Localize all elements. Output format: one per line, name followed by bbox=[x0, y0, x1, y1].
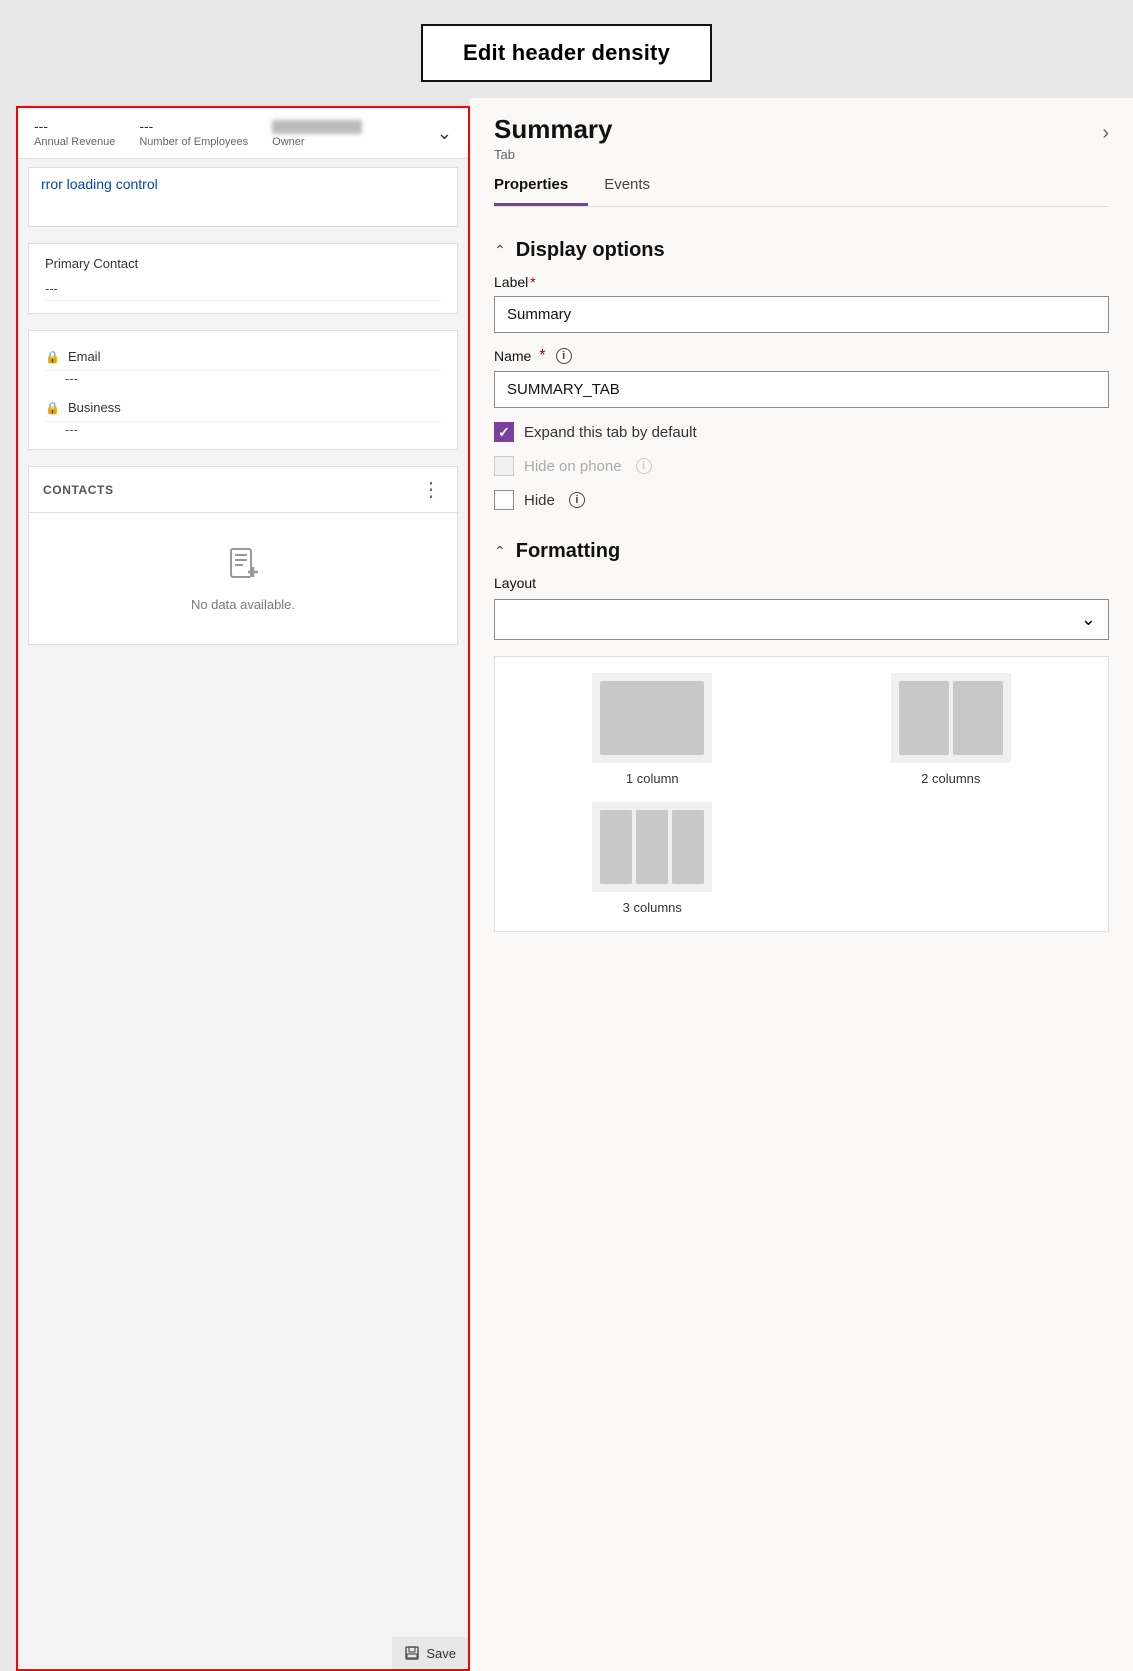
hide-label: Hide bbox=[524, 492, 555, 509]
layout-name-3col: 3 columns bbox=[623, 900, 682, 915]
layout-preview-2col bbox=[891, 673, 1011, 763]
hide-info-icon[interactable]: i bbox=[569, 492, 585, 508]
left-inner-panel: --- Annual Revenue --- Number of Employe… bbox=[16, 106, 470, 1671]
tab-events[interactable]: Events bbox=[604, 166, 670, 206]
hide-checkbox-row[interactable]: Hide i bbox=[494, 490, 1109, 510]
no-data-area: No data available. bbox=[29, 513, 457, 644]
contacts-menu-icon[interactable]: ⋮ bbox=[421, 477, 443, 502]
expand-tab-checkbox[interactable] bbox=[494, 422, 514, 442]
owner-field: Owner bbox=[272, 120, 362, 148]
contacts-section: CONTACTS ⋮ bbox=[28, 466, 458, 645]
layout-preview-3col bbox=[592, 802, 712, 892]
layout-preview-1col bbox=[592, 673, 712, 763]
layout-name-2col: 2 columns bbox=[921, 771, 980, 786]
formatting-title: Formatting bbox=[516, 540, 620, 563]
layout-dropdown-chevron: ⌄ bbox=[1081, 609, 1096, 630]
num-employees-label: Number of Employees bbox=[139, 136, 248, 148]
no-data-icon bbox=[225, 545, 261, 589]
col-block-2col-1 bbox=[899, 681, 949, 755]
save-icon bbox=[404, 1645, 420, 1661]
header-fields-row: --- Annual Revenue --- Number of Employe… bbox=[18, 108, 468, 159]
annual-revenue-field: --- Annual Revenue bbox=[34, 118, 115, 148]
layout-label: Layout bbox=[494, 575, 1109, 591]
title-area: Summary Tab bbox=[494, 114, 613, 162]
panel-subtitle: Tab bbox=[494, 147, 613, 162]
left-pane: --- Annual Revenue --- Number of Employe… bbox=[0, 98, 470, 1671]
header-chevron-icon[interactable]: ⌄ bbox=[433, 119, 456, 148]
save-label[interactable]: Save bbox=[426, 1646, 456, 1661]
content-area: --- Annual Revenue --- Number of Employe… bbox=[0, 98, 1133, 1671]
business-lock-icon: 🔒 bbox=[45, 401, 60, 415]
num-employees-field: --- Number of Employees bbox=[139, 118, 248, 148]
hide-on-phone-checkbox-row: Hide on phone i bbox=[494, 456, 1109, 476]
name-field-row: Name * i bbox=[494, 347, 1109, 365]
primary-contact-section: Primary Contact --- bbox=[28, 243, 458, 314]
save-bar[interactable]: Save bbox=[392, 1637, 468, 1669]
annual-revenue-label: Annual Revenue bbox=[34, 136, 115, 148]
email-field-value: --- bbox=[45, 371, 441, 386]
right-pane: Summary Tab › Properties Events ⌃ Displa… bbox=[470, 98, 1133, 1671]
name-field-label: Name bbox=[494, 348, 531, 364]
business-field-name: Business bbox=[68, 400, 121, 415]
layout-option-3col[interactable]: 3 columns bbox=[511, 802, 794, 915]
primary-contact-label: Primary Contact bbox=[45, 256, 441, 271]
no-data-text: No data available. bbox=[191, 597, 295, 612]
num-employees-value: --- bbox=[139, 118, 153, 134]
error-loading-control: rror loading control bbox=[28, 167, 458, 227]
tabs-row: Properties Events bbox=[494, 166, 1109, 207]
edit-header-button[interactable]: Edit header density bbox=[421, 24, 712, 82]
layout-name-1col: 1 column bbox=[626, 771, 679, 786]
col-block-1col bbox=[600, 681, 704, 755]
primary-contact-value: --- bbox=[45, 277, 441, 301]
collapse-display-options-icon[interactable]: ⌃ bbox=[494, 242, 506, 259]
col-block-3col-1 bbox=[600, 810, 632, 884]
label-input[interactable] bbox=[494, 296, 1109, 333]
name-required-star: * bbox=[539, 347, 545, 365]
layout-options-grid: 1 column 2 columns bbox=[494, 656, 1109, 932]
email-field-row: 🔒 Email bbox=[45, 343, 441, 371]
label-field-label: Label* bbox=[494, 274, 1109, 290]
hide-on-phone-label: Hide on phone bbox=[524, 458, 622, 475]
name-info-icon[interactable]: i bbox=[556, 348, 572, 364]
formatting-header: ⌃ Formatting bbox=[494, 540, 1109, 563]
label-required-star: * bbox=[530, 274, 535, 290]
contacts-header: CONTACTS ⋮ bbox=[29, 467, 457, 513]
panel-title: Summary bbox=[494, 114, 613, 145]
col-block-3col-2 bbox=[636, 810, 668, 884]
collapse-formatting-icon[interactable]: ⌃ bbox=[494, 543, 506, 560]
tab-properties[interactable]: Properties bbox=[494, 166, 588, 206]
contact-fields-section: 🔒 Email --- 🔒 Business --- bbox=[28, 330, 458, 450]
business-field-row: 🔒 Business bbox=[45, 394, 441, 422]
expand-tab-checkbox-row[interactable]: Expand this tab by default bbox=[494, 422, 1109, 442]
col-block-2col-2 bbox=[953, 681, 1003, 755]
business-field-value: --- bbox=[45, 422, 441, 437]
owner-label: Owner bbox=[272, 136, 304, 148]
hide-checkbox[interactable] bbox=[494, 490, 514, 510]
error-text: rror loading control bbox=[41, 176, 158, 192]
hide-on-phone-checkbox bbox=[494, 456, 514, 476]
owner-blurred-value bbox=[272, 120, 362, 134]
col-block-3col-3 bbox=[672, 810, 704, 884]
layout-option-1col[interactable]: 1 column bbox=[511, 673, 794, 786]
top-header: Edit header density bbox=[0, 0, 1133, 98]
contacts-label: CONTACTS bbox=[43, 483, 114, 497]
annual-revenue-value: --- bbox=[34, 118, 48, 134]
email-lock-icon: 🔒 bbox=[45, 350, 60, 364]
display-options-header: ⌃ Display options bbox=[494, 239, 1109, 262]
display-options-title: Display options bbox=[516, 239, 665, 262]
layout-option-2col[interactable]: 2 columns bbox=[810, 673, 1093, 786]
email-field-name: Email bbox=[68, 349, 101, 364]
right-top-header: Summary Tab › bbox=[494, 98, 1109, 166]
layout-dropdown[interactable]: ⌄ bbox=[494, 599, 1109, 640]
right-chevron-icon[interactable]: › bbox=[1102, 122, 1109, 145]
expand-tab-label: Expand this tab by default bbox=[524, 424, 697, 441]
hide-on-phone-info-icon: i bbox=[636, 458, 652, 474]
name-input[interactable] bbox=[494, 371, 1109, 408]
